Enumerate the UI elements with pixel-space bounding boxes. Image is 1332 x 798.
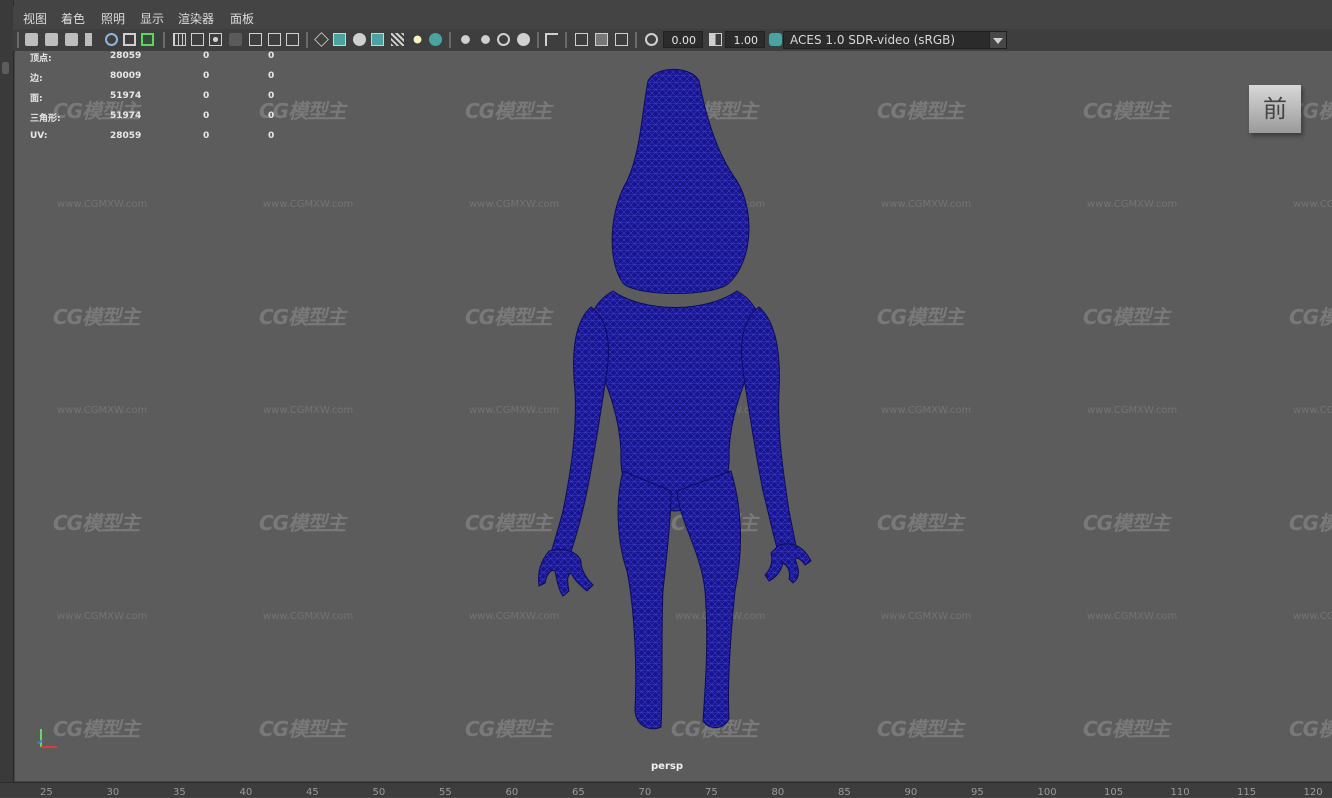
3d-viewport[interactable]: CG模型主 CG模型主 CG模型主 CG模型主 www.CGMXW.com www.CGM… <box>15 51 1332 781</box>
axis-x-icon <box>41 746 57 748</box>
textured-icon[interactable] <box>391 33 404 46</box>
left-frame-edge <box>0 0 14 796</box>
resolution-gate-icon[interactable] <box>209 33 222 46</box>
toolbar-separator <box>537 32 539 48</box>
select-camera-icon[interactable] <box>25 33 38 46</box>
xray-active-components-icon[interactable] <box>595 33 608 46</box>
menu-renderer[interactable]: 渲染器 <box>178 10 214 27</box>
mesh-arm-left <box>548 306 609 564</box>
time-tick-label: 30 <box>106 787 120 798</box>
bookmarks-icon[interactable] <box>65 33 78 46</box>
time-tick-label: 40 <box>239 787 253 798</box>
creature-mesh[interactable] <box>538 68 812 730</box>
toolbar-separator <box>163 32 165 48</box>
depth-of-field-icon[interactable] <box>517 33 530 46</box>
gamma-icon[interactable] <box>709 33 722 46</box>
lights-icon[interactable] <box>411 33 424 46</box>
viewport-toolbar: 0.00 1.00 ACES 1.0 SDR-video (sRGB) <box>13 29 1332 52</box>
anti-aliasing-icon[interactable] <box>497 33 510 46</box>
time-tick-label: 25 <box>40 787 53 798</box>
camera-name-label: persp <box>651 761 683 772</box>
menu-shading[interactable]: 着色 <box>61 10 85 27</box>
time-tick-label: 55 <box>439 787 452 798</box>
time-tick-label: 90 <box>904 787 918 798</box>
time-tick-label: 85 <box>838 787 851 798</box>
mesh-torso <box>588 290 762 512</box>
grid-icon[interactable] <box>173 33 186 46</box>
axis-gizmo <box>36 729 61 753</box>
xray-joints-icon[interactable] <box>615 33 628 46</box>
motion-blur-icon[interactable] <box>479 33 492 46</box>
isolate-select-icon[interactable] <box>545 33 558 46</box>
wireframe-icon[interactable] <box>314 32 329 47</box>
time-tick-label: 80 <box>771 787 785 798</box>
time-tick-label: 50 <box>372 787 386 798</box>
axis-y-icon <box>40 729 42 747</box>
mesh-arm-right <box>741 306 798 556</box>
mesh-head <box>611 68 750 294</box>
menu-view[interactable]: 视图 <box>23 10 47 27</box>
mesh-hand-left <box>538 548 594 597</box>
mesh-leg-right <box>676 470 742 728</box>
time-tick-label: 110 <box>1170 787 1190 798</box>
time-tick-label: 70 <box>638 787 652 798</box>
film-gate-icon[interactable] <box>191 33 204 46</box>
grease-pencil-icon[interactable] <box>141 33 154 46</box>
panel-handle[interactable] <box>2 62 9 74</box>
time-tick-label: 115 <box>1237 787 1257 798</box>
smooth-shade-icon[interactable] <box>333 33 346 46</box>
time-tick-label: 35 <box>173 787 186 798</box>
xray-icon[interactable] <box>575 33 588 46</box>
screen-space-ao-icon[interactable] <box>459 33 472 46</box>
camera-attributes-icon[interactable] <box>45 33 58 46</box>
mesh-canvas <box>538 68 812 730</box>
toolbar-separator <box>306 32 308 48</box>
exposure-field[interactable]: 0.00 <box>663 31 703 48</box>
safe-action-icon[interactable] <box>268 33 281 46</box>
time-tick-label: 60 <box>505 787 519 798</box>
time-tick-label: 95 <box>971 787 984 798</box>
time-slider[interactable]: 25 30 35 40 45 50 55 60 65 70 75 80 85 90 95 100 105 110 1… <box>0 782 1332 798</box>
viewport-menu-bar: 视图 着色 照明 显示 渲染器 面板 <box>13 6 1332 30</box>
time-tick-label: 120 <box>1303 787 1323 798</box>
menu-lighting[interactable]: 照明 <box>101 10 125 27</box>
menu-panels[interactable]: 面板 <box>230 10 254 27</box>
wireframe-on-shaded-icon[interactable] <box>371 33 384 46</box>
time-tick-label: 65 <box>572 787 585 798</box>
time-tick-label: 75 <box>705 787 718 798</box>
2d-pan-zoom-icon[interactable] <box>123 33 136 46</box>
default-material-icon[interactable] <box>353 33 366 46</box>
field-chart-icon[interactable] <box>249 33 262 46</box>
mesh-leg-left <box>617 470 672 730</box>
shadows-icon[interactable] <box>429 33 442 46</box>
time-tick-label: 45 <box>306 787 319 798</box>
toolbar-separator <box>565 32 567 48</box>
toolbar-separator <box>17 32 19 48</box>
view-transform-dropdown[interactable]: ACES 1.0 SDR-video (sRGB) <box>783 31 1007 49</box>
chevron-down-icon[interactable] <box>989 32 1006 48</box>
time-tick-label: 100 <box>1037 787 1057 798</box>
bookmark-icon[interactable] <box>85 33 92 46</box>
time-tick-label: 105 <box>1104 787 1124 798</box>
image-plane-icon[interactable] <box>105 33 118 46</box>
view-transform-value: ACES 1.0 SDR-video (sRGB) <box>790 33 956 47</box>
menu-show[interactable]: 显示 <box>140 10 164 27</box>
gate-mask-icon[interactable] <box>229 33 242 46</box>
safe-title-icon[interactable] <box>286 33 299 46</box>
exposure-icon[interactable] <box>645 33 658 46</box>
gamma-field[interactable]: 1.00 <box>725 31 765 48</box>
toolbar-separator <box>449 32 451 48</box>
mesh-hand-right <box>764 543 812 584</box>
toolbar-separator <box>635 32 637 48</box>
color-management-icon[interactable] <box>769 33 782 46</box>
